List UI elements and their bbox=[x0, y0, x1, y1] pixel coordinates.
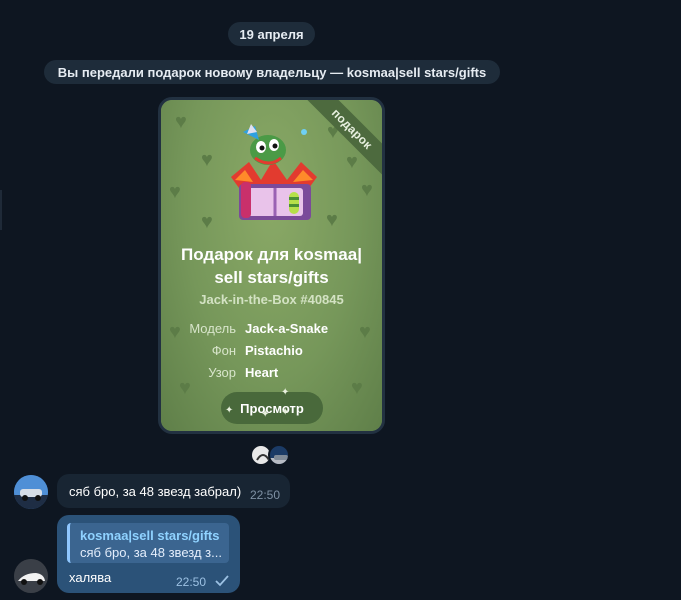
heart-icon: ♥ bbox=[346, 151, 358, 173]
message-text: сяб бро, за 48 звезд забрал) bbox=[69, 484, 242, 499]
attribute-row-model: Модель Jack-a-Snake bbox=[161, 321, 382, 341]
incoming-message[interactable]: сяб бро, за 48 звезд забрал) 22:50 bbox=[57, 474, 290, 508]
view-button[interactable]: Просмотр bbox=[221, 392, 323, 424]
sparkle-icon: ✦ bbox=[281, 407, 290, 418]
heart-icon: ♥ bbox=[175, 111, 187, 133]
attribute-label: Узор bbox=[208, 365, 236, 380]
gift-card[interactable]: ♥ ♥ ♥ ♥ ♥ ♥ ♥ ♥ ♥ ♥ ♥ ♥ подарок Подарок … bbox=[158, 97, 385, 434]
attribute-value: Pistachio bbox=[245, 343, 303, 358]
attribute-label: Фон bbox=[211, 343, 236, 358]
heart-icon: ♥ bbox=[326, 209, 338, 231]
reply-text: сяб бро, за 48 звезд з... bbox=[80, 545, 222, 560]
attribute-value: Heart bbox=[245, 365, 279, 380]
reply-author: kosmaa|sell stars/gifts bbox=[80, 528, 220, 543]
date-divider: 19 апреля bbox=[228, 22, 315, 46]
sparkle-icon: ✦ bbox=[261, 409, 270, 420]
check-icon bbox=[215, 575, 229, 587]
attribute-value: Jack-a-Snake bbox=[245, 321, 329, 336]
attribute-row-pattern: Узор Heart bbox=[161, 365, 382, 385]
reaction-avatar-icon bbox=[268, 444, 290, 466]
message-time: 22:50 bbox=[176, 575, 207, 589]
avatar[interactable] bbox=[14, 475, 48, 509]
message-text: халява bbox=[69, 570, 112, 585]
heart-icon: ♥ bbox=[201, 211, 213, 233]
attribute-row-background: Фон Pistachio bbox=[161, 343, 382, 363]
service-message: Вы передали подарок новому владельцу — k… bbox=[44, 60, 500, 84]
gift-title-line-1: Подарок для kosmaa| bbox=[181, 245, 362, 264]
reaction-avatars[interactable] bbox=[250, 444, 290, 466]
gift-title: Подарок для kosmaa| sell stars/gifts bbox=[161, 243, 382, 289]
message-time: 22:50 bbox=[250, 488, 281, 502]
window-edge-marker bbox=[0, 190, 2, 230]
reply-quote[interactable]: kosmaa|sell stars/gifts сяб бро, за 48 з… bbox=[67, 523, 229, 563]
heart-icon: ♥ bbox=[361, 179, 373, 201]
heart-icon: ♥ bbox=[169, 181, 181, 203]
gift-subtitle: Jack-in-the-Box #40845 bbox=[199, 292, 344, 307]
gift-title-line-2: sell stars/gifts bbox=[214, 268, 329, 287]
sparkle-icon: ✦ bbox=[225, 405, 234, 416]
sparkle-icon: ✦ bbox=[281, 387, 290, 398]
attribute-label: Модель bbox=[189, 321, 236, 336]
avatar[interactable] bbox=[14, 559, 48, 593]
jack-in-the-box-icon bbox=[231, 124, 317, 220]
outgoing-message[interactable]: kosmaa|sell stars/gifts сяб бро, за 48 з… bbox=[57, 515, 240, 593]
heart-icon: ♥ bbox=[201, 149, 213, 171]
